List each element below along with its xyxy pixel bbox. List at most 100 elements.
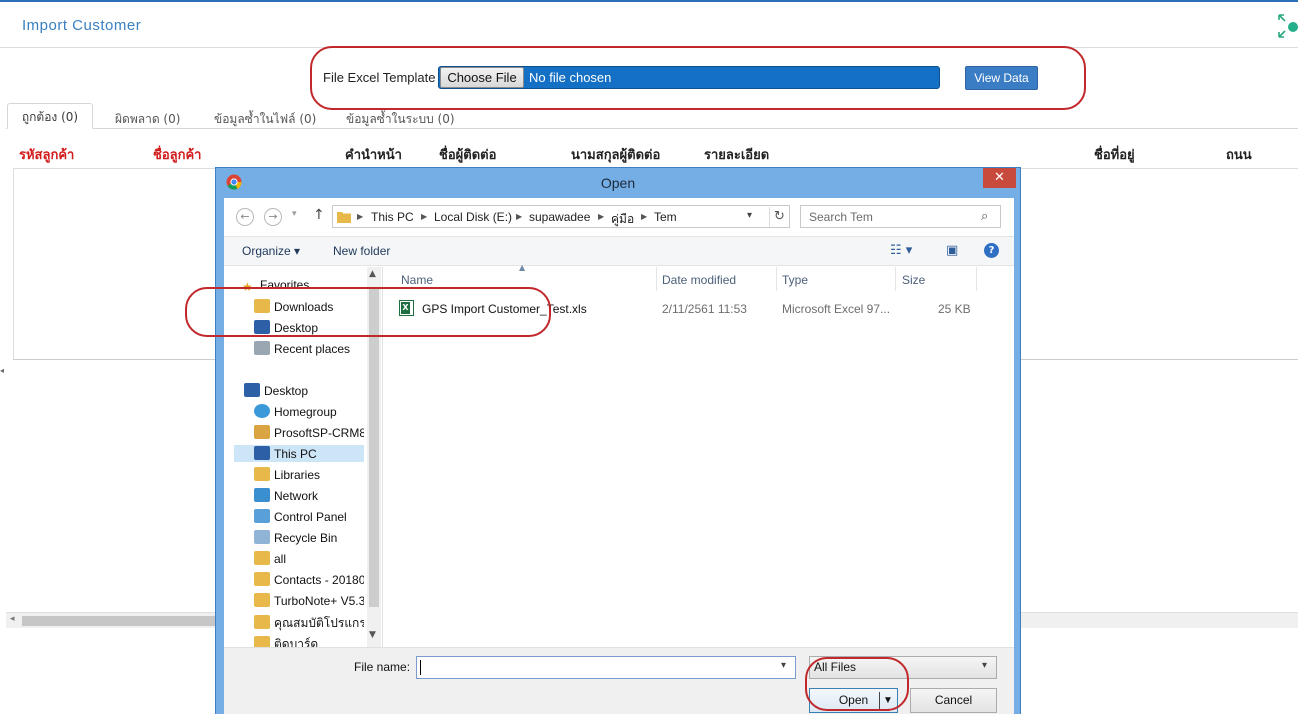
nav-program-features[interactable]: คุณสมบัติโปรแกรม [254, 614, 364, 633]
nav-recycle-bin[interactable]: Recycle Bin [254, 530, 337, 545]
homegroup-icon [254, 404, 270, 418]
file-name-label: File name: [354, 660, 411, 674]
file-name-input[interactable]: ▾ [416, 656, 796, 679]
breadcrumb-this-pc[interactable]: This PC [371, 210, 414, 224]
open-highlight-ring [805, 657, 909, 711]
breadcrumb-separator-icon[interactable]: ▶ [641, 212, 647, 221]
nav-homegroup[interactable]: Homegroup [254, 404, 337, 419]
column-separator[interactable] [895, 267, 896, 291]
chevron-down-icon[interactable]: ▼ [369, 630, 376, 640]
top-accent-line [0, 0, 1298, 2]
breadcrumb-separator-icon[interactable]: ▶ [357, 212, 363, 221]
expand-icon[interactable] [1276, 12, 1298, 40]
nav-desktop[interactable]: Desktop [244, 383, 308, 398]
dialog-toolbar: Organize ▾ New folder ☷ ▾ ▣ ? [224, 236, 1014, 266]
breadcrumb-separator-icon[interactable]: ▶ [421, 212, 427, 221]
nav-libraries[interactable]: Libraries [254, 467, 320, 482]
col-name-header[interactable]: Name [401, 273, 433, 287]
tab-valid[interactable]: ถูกต้อง (0) [7, 103, 93, 129]
recent-dropdown-icon[interactable]: ▾ [292, 209, 297, 219]
file-date[interactable]: 2/11/2561 11:53 [662, 302, 747, 316]
chevron-down-icon[interactable]: ▾ [747, 210, 752, 221]
column-separator[interactable] [976, 267, 977, 291]
choose-file-button[interactable]: Choose File [440, 67, 524, 88]
scroll-left-icon[interactable]: ◂ [10, 614, 15, 624]
file-template-label: File Excel Template [323, 70, 436, 85]
breadcrumb[interactable]: ▶ This PC ▶ Local Disk (E:) ▶ supawadee … [332, 205, 790, 228]
organize-button[interactable]: Organize ▾ [242, 244, 300, 258]
nav-prosoft[interactable]: ProsoftSP-CRM8 [254, 425, 364, 440]
tabs-baseline [6, 128, 1298, 129]
back-icon[interactable]: ← [236, 208, 254, 226]
folder-icon [254, 593, 270, 607]
dialog-body: ← → ▾ ↑ ▶ This PC ▶ Local Disk (E:) ▶ su… [224, 198, 1014, 714]
chevron-down-icon[interactable]: ▾ [781, 660, 786, 671]
open-file-dialog: Open ✕ ← → ▾ ↑ ▶ This PC ▶ Local Disk (E… [215, 167, 1021, 714]
breadcrumb-local-disk[interactable]: Local Disk (E:) [434, 210, 512, 224]
scroll-thumb[interactable] [22, 616, 232, 626]
breadcrumb-separator-icon[interactable]: ▶ [516, 212, 522, 221]
tab-error[interactable]: ผิดพลาด (0) [115, 110, 180, 129]
tab-duplicate-in-system[interactable]: ข้อมูลซ้ำในระบบ (0) [346, 110, 455, 129]
chevron-up-icon[interactable]: ▲ [369, 269, 376, 279]
col-customer-code: รหัสลูกค้า [19, 148, 75, 163]
nav-network[interactable]: Network [254, 488, 318, 503]
search-box[interactable]: Search Tem ⌕ [800, 205, 1001, 228]
close-icon[interactable]: ✕ [983, 168, 1016, 188]
view-data-button[interactable]: View Data [965, 66, 1038, 90]
search-input[interactable]: Search Tem [809, 210, 873, 224]
folder-icon [254, 551, 270, 565]
dialog-title: Open [600, 175, 636, 191]
col-details: รายละเอียด [704, 148, 770, 163]
page-title: Import Customer [22, 17, 142, 34]
text-caret [420, 660, 421, 675]
no-file-chosen-text: No file chosen [529, 70, 612, 85]
nav-last-folder[interactable]: ติดบาร์ด [254, 635, 364, 647]
col-size-header[interactable]: Size [902, 273, 925, 287]
preview-pane-icon[interactable]: ▣ [946, 243, 958, 258]
up-folder-icon[interactable]: ↑ [313, 207, 325, 223]
folder-icon [337, 212, 351, 223]
breadcrumb-tem[interactable]: Tem [654, 210, 677, 224]
new-folder-button[interactable]: New folder [333, 244, 390, 258]
grid-left-border [13, 168, 14, 360]
col-contact-surname: นามสกุลผู้ติดต่อ [571, 148, 661, 163]
col-prefix: คำนำหน้า [345, 148, 402, 163]
folder-icon [254, 615, 270, 629]
column-separator[interactable] [776, 267, 777, 291]
user-folder-icon [254, 425, 270, 439]
col-contact-name: ชื่อผู้ติดต่อ [439, 148, 497, 163]
search-icon[interactable]: ⌕ [981, 209, 988, 224]
column-separator[interactable] [656, 267, 657, 291]
nav-all[interactable]: all [254, 551, 286, 566]
control-panel-icon [254, 509, 270, 523]
network-icon [254, 488, 270, 502]
nav-this-pc[interactable]: This PC [234, 445, 364, 462]
nav-control-panel[interactable]: Control Panel [254, 509, 347, 524]
nav-contacts[interactable]: Contacts - 201804 [254, 572, 364, 587]
recent-places-icon [254, 341, 270, 355]
address-bar: ← → ▾ ↑ ▶ This PC ▶ Local Disk (E:) ▶ su… [224, 198, 1014, 235]
breadcrumb-manual[interactable]: คู่มือ [611, 210, 634, 229]
nav-turbonote[interactable]: TurboNote+ V5.3 [254, 593, 364, 608]
help-icon[interactable]: ? [984, 243, 999, 258]
refresh-icon[interactable]: ↻ [769, 207, 789, 227]
libraries-icon [254, 467, 270, 481]
forward-icon[interactable]: → [264, 208, 282, 226]
tab-duplicate-in-file[interactable]: ข้อมูลซ้ำในไฟล์ (0) [214, 110, 316, 129]
breadcrumb-separator-icon[interactable]: ▶ [598, 212, 604, 221]
computer-icon [254, 446, 270, 460]
cancel-button[interactable]: Cancel [910, 688, 997, 713]
file-size[interactable]: 25 KB [938, 302, 971, 316]
col-type-header[interactable]: Type [782, 273, 808, 287]
chevron-down-icon[interactable]: ▾ [982, 660, 987, 671]
file-highlight-ring [185, 287, 551, 337]
view-options-icon[interactable]: ☷ ▾ [890, 243, 912, 258]
desktop-icon [244, 383, 260, 397]
collapse-left-icon[interactable]: ◂ [0, 366, 4, 375]
breadcrumb-supawadee[interactable]: supawadee [529, 210, 590, 224]
nav-recent-places[interactable]: Recent places [254, 341, 350, 356]
col-date-header[interactable]: Date modified [662, 273, 736, 287]
col-address-name: ชื่อที่อยู่ [1094, 148, 1135, 163]
file-type[interactable]: Microsoft Excel 97... [782, 302, 890, 316]
